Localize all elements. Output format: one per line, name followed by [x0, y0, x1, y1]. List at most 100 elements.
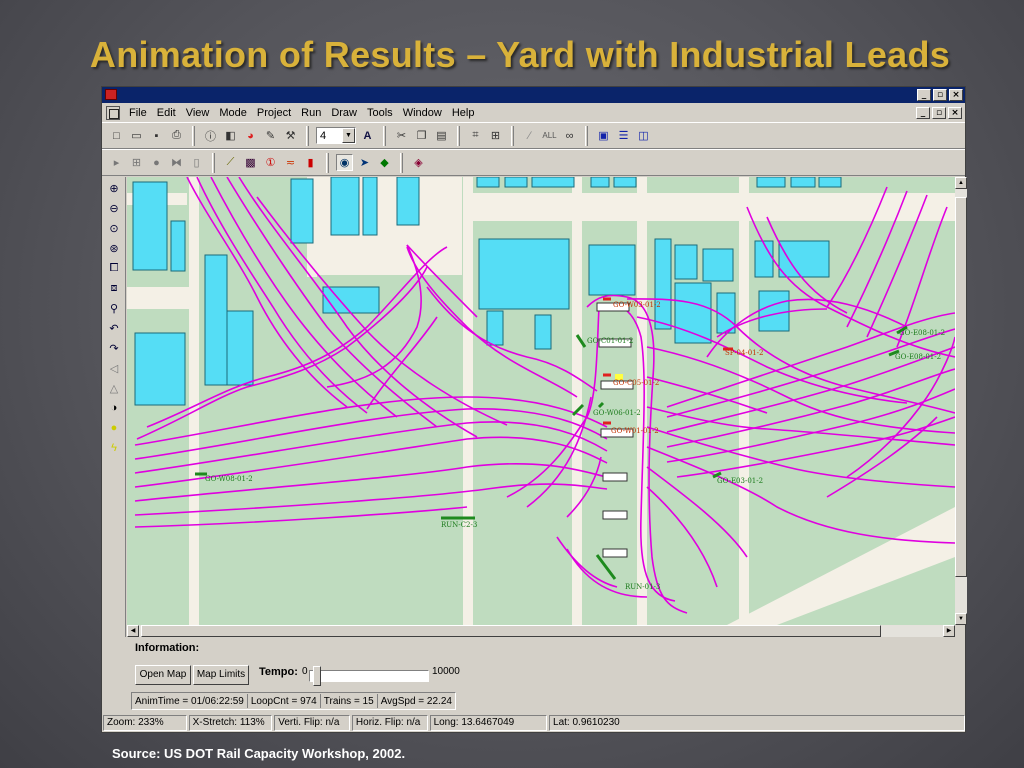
- grid-icon[interactable]: ⊞: [128, 154, 145, 171]
- copy-icon[interactable]: ❐: [413, 127, 430, 144]
- title-bar: _ ▫ ×: [102, 87, 965, 103]
- scroll-down-icon[interactable]: ▼: [955, 613, 967, 625]
- select-region-icon[interactable]: ⌗: [467, 127, 484, 144]
- pointer-icon[interactable]: ▸: [108, 154, 125, 171]
- new-file-icon[interactable]: □: [108, 127, 125, 144]
- zoom-combo[interactable]: 4 ▼: [316, 127, 356, 144]
- flip-vertical-icon[interactable]: △: [105, 379, 123, 397]
- loop-count: LoopCnt = 974: [250, 695, 317, 707]
- signal-icon[interactable]: ▮: [302, 154, 319, 171]
- zoom-extent-icon[interactable]: ⊛: [105, 239, 123, 257]
- track-label: GO-W03-01-2: [613, 301, 661, 309]
- tempo-min-label: 0: [302, 666, 308, 677]
- font-icon[interactable]: A: [359, 127, 376, 144]
- tempo-slider[interactable]: [309, 670, 429, 682]
- tile-horizontal-icon[interactable]: ☰: [615, 127, 632, 144]
- track-label: GO-W08-01-2: [205, 475, 253, 483]
- scroll-up-icon[interactable]: ▲: [955, 177, 967, 189]
- map-view[interactable]: GO-W08-01-2 RUN-C2-3 RUN-01-3 GO-E03-01-…: [127, 177, 955, 625]
- save-icon[interactable]: ▪: [148, 127, 165, 144]
- horizontal-scroll-thumb[interactable]: [141, 625, 881, 637]
- information-panel: Information: Open Map Map Limits Tempo: …: [127, 639, 965, 715]
- flip-horizontal-icon[interactable]: ◁: [105, 359, 123, 377]
- rotate-left-icon[interactable]: ↶: [105, 319, 123, 337]
- menu-mode[interactable]: Mode: [214, 107, 252, 119]
- ruler-icon[interactable]: ⟋: [222, 154, 239, 171]
- vertical-scroll-thumb[interactable]: [955, 197, 967, 577]
- tile-vertical-icon[interactable]: ◫: [635, 127, 652, 144]
- menu-help[interactable]: Help: [447, 107, 480, 119]
- zoom-box-icon[interactable]: ⧠: [105, 259, 123, 277]
- zoom-in-icon[interactable]: ⊕: [105, 179, 123, 197]
- chevron-down-icon[interactable]: ▼: [342, 128, 355, 143]
- tempo-slider-thumb[interactable]: [313, 666, 322, 686]
- graph-icon[interactable]: ∕: [521, 127, 538, 144]
- track-label: GO-C05-01-2: [613, 379, 659, 387]
- layers-icon[interactable]: ◆: [376, 154, 393, 171]
- menu-draw[interactable]: Draw: [326, 107, 362, 119]
- cascade-windows-icon[interactable]: ▣: [595, 127, 612, 144]
- train-count: Trains = 15: [323, 695, 374, 707]
- tempo-max-label: 10000: [432, 666, 460, 677]
- film-icon[interactable]: ▩: [242, 154, 259, 171]
- tool-palette: ⊕ ⊖ ⊙ ⊛ ⧠ ⧈ ⚲ ↶ ↷ ◁ △ ◑ ● ϟ: [102, 177, 126, 637]
- menu-run[interactable]: Run: [296, 107, 326, 119]
- pan-icon[interactable]: ⚲: [105, 299, 123, 317]
- close-button[interactable]: ×: [949, 89, 963, 101]
- track-label: GO-W01-01-2: [611, 427, 659, 435]
- zoom-window-icon[interactable]: ⊙: [105, 219, 123, 237]
- scroll-left-icon[interactable]: ◀: [127, 625, 139, 637]
- track-label: RUN-01-3: [625, 583, 660, 591]
- menu-view[interactable]: View: [181, 107, 215, 119]
- menu-file[interactable]: File: [124, 107, 152, 119]
- color-wheel-icon[interactable]: ◕: [242, 127, 259, 144]
- track-label: SP-04-01-2: [725, 349, 764, 357]
- cut-icon[interactable]: ✂: [393, 127, 410, 144]
- eye-icon[interactable]: ◉: [336, 154, 353, 171]
- maximize-button[interactable]: ▫: [933, 89, 947, 101]
- main-toolbar: □ ▭ ▪ ⎙ ⓘ ◧ ◕ ✎ ⚒ 4 ▼ A ✂ ❐ ▤ ⌗ ⊞ ∕ ALL …: [102, 122, 965, 149]
- arrow-tool-icon[interactable]: ➤: [356, 154, 373, 171]
- map-limits-button[interactable]: Map Limits: [193, 665, 249, 685]
- app-icon[interactable]: [105, 89, 117, 100]
- info-icon[interactable]: ⓘ: [202, 127, 219, 144]
- toolbar-separator: [400, 152, 403, 173]
- train-icon[interactable]: ▯: [188, 154, 205, 171]
- menu-window[interactable]: Window: [398, 107, 447, 119]
- doc-restore-button[interactable]: ▫: [932, 107, 946, 119]
- menu-project[interactable]: Project: [252, 107, 296, 119]
- open-folder-icon[interactable]: ▭: [128, 127, 145, 144]
- print-icon[interactable]: ⎙: [168, 127, 185, 144]
- zoom-select-icon[interactable]: ⧈: [105, 279, 123, 297]
- source-caption: Source: US DOT Rail Capacity Workshop, 2…: [112, 746, 406, 761]
- document-window-icon[interactable]: [106, 106, 120, 120]
- all-icon[interactable]: ALL: [541, 127, 558, 144]
- node-icon[interactable]: ●: [148, 154, 165, 171]
- yellow-circle-icon[interactable]: ●: [105, 419, 123, 437]
- move-region-icon[interactable]: ⊞: [487, 127, 504, 144]
- doc-close-button[interactable]: ×: [948, 107, 962, 119]
- rotate-right-icon[interactable]: ↷: [105, 339, 123, 357]
- status-zoom: Zoom: 233%: [103, 715, 187, 731]
- binoculars-icon[interactable]: ∞: [561, 127, 578, 144]
- vertical-scrollbar[interactable]: ▲ ▼: [955, 177, 967, 625]
- wrench-icon[interactable]: ⚒: [282, 127, 299, 144]
- properties-icon[interactable]: ◧: [222, 127, 239, 144]
- edit-properties-icon[interactable]: ✎: [262, 127, 279, 144]
- open-map-button[interactable]: Open Map: [135, 665, 191, 685]
- doc-minimize-button[interactable]: _: [916, 107, 930, 119]
- number-one-icon[interactable]: ①: [262, 154, 279, 171]
- paste-icon[interactable]: ▤: [433, 127, 450, 144]
- zoom-out-icon[interactable]: ⊖: [105, 199, 123, 217]
- map-canvas[interactable]: GO-W08-01-2 RUN-C2-3 RUN-01-3 GO-E03-01-…: [127, 177, 955, 625]
- horizontal-scrollbar[interactable]: ◀ ▶: [127, 625, 955, 637]
- book-icon[interactable]: ◈: [410, 154, 427, 171]
- minimize-button[interactable]: _: [917, 89, 931, 101]
- link-icon[interactable]: ⧓: [168, 154, 185, 171]
- menu-tools[interactable]: Tools: [362, 107, 398, 119]
- half-moon-icon[interactable]: ◑: [105, 399, 123, 417]
- lightning-icon[interactable]: ϟ: [105, 439, 123, 457]
- scroll-right-icon[interactable]: ▶: [943, 625, 955, 637]
- menu-edit[interactable]: Edit: [152, 107, 181, 119]
- track-color-icon[interactable]: ≂: [282, 154, 299, 171]
